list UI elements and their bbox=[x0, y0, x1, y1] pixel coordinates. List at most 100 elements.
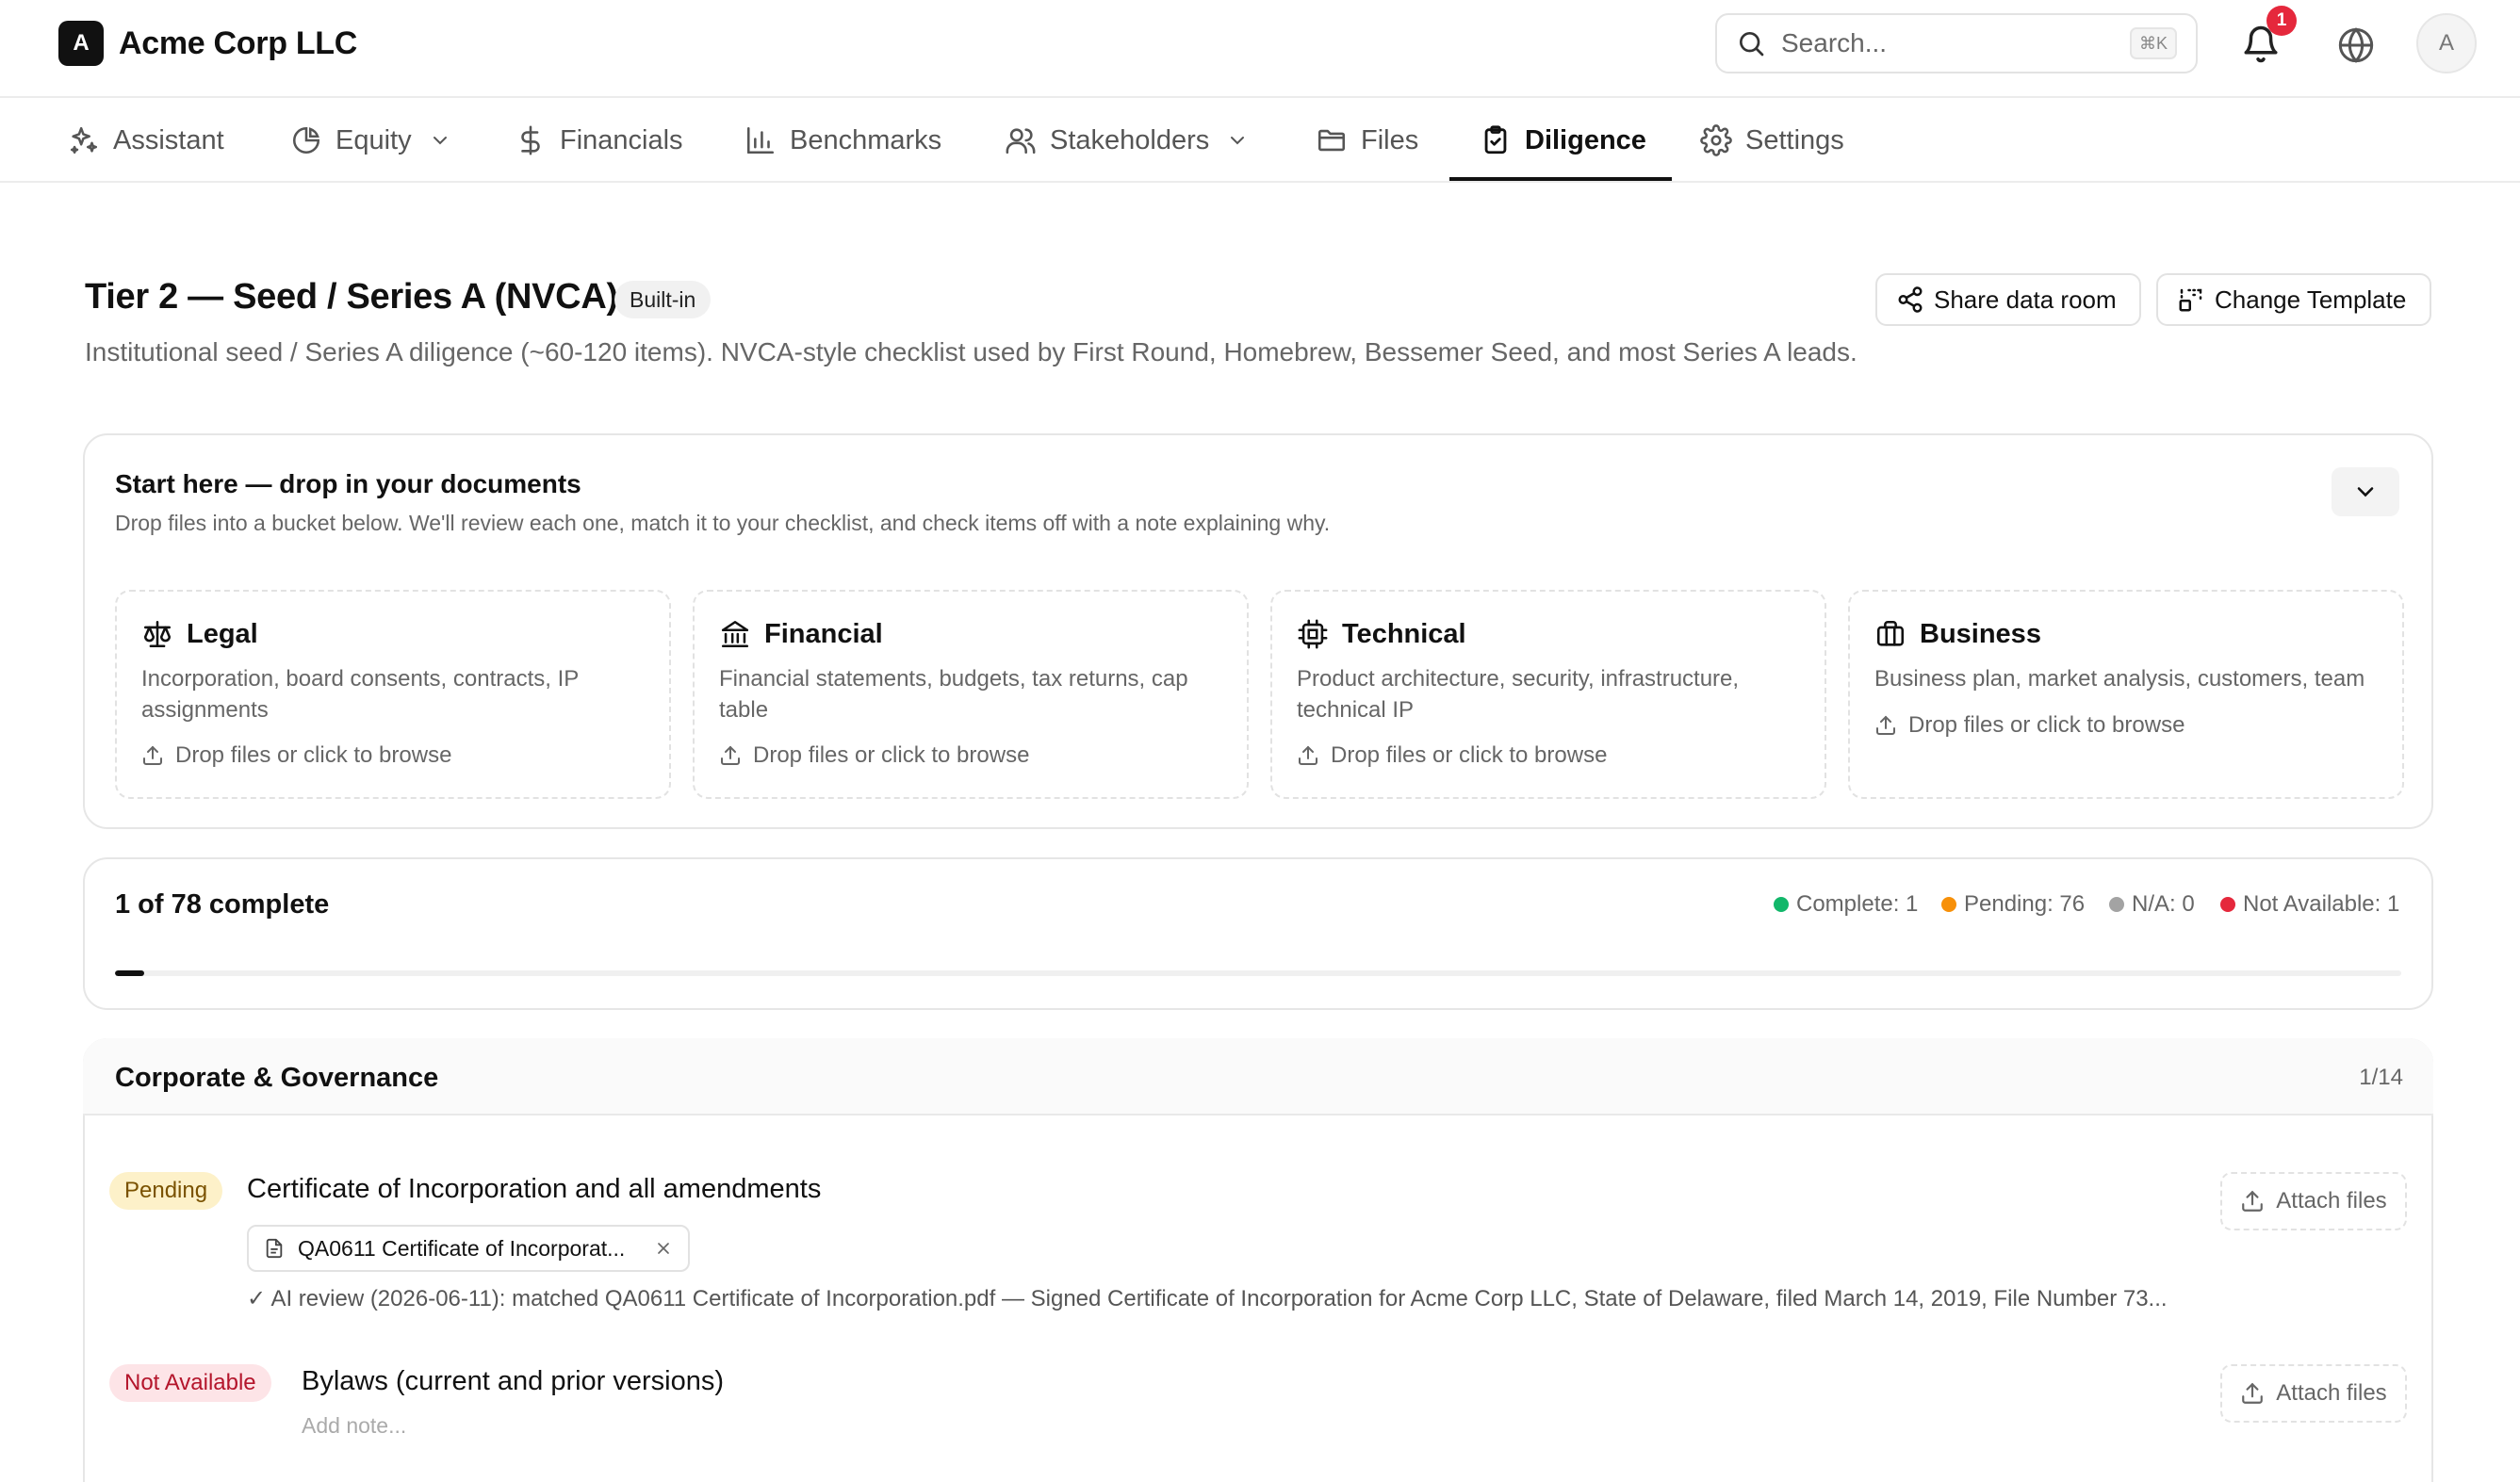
bucket-business-header: Business bbox=[1874, 618, 2041, 650]
bucket-business-dropzone[interactable]: Drop files or click to browse bbox=[1874, 712, 2185, 739]
attach-files-button[interactable]: Attach files bbox=[2220, 1172, 2407, 1230]
collapse-toggle[interactable] bbox=[2332, 467, 2399, 516]
share-icon bbox=[1898, 286, 1923, 313]
bucket-legal-dropzone[interactable]: Drop files or click to browse bbox=[141, 742, 451, 769]
dollar-icon bbox=[521, 125, 540, 155]
bar-chart-icon bbox=[746, 126, 775, 155]
change-template-label: Change Template bbox=[2215, 285, 2407, 314]
chevron-down-icon bbox=[433, 137, 447, 145]
bucket-business-title: Business bbox=[1920, 618, 2041, 649]
ai-review-note: ✓ AI review (2026-06-11): matched QA0611… bbox=[247, 1286, 2168, 1311]
bucket-financial-dropzone[interactable]: Drop files or click to browse bbox=[719, 742, 1029, 769]
upload-icon bbox=[143, 745, 162, 765]
legend-complete-label: Complete: 1 bbox=[1796, 891, 1919, 917]
status-badge[interactable]: Not Available bbox=[109, 1364, 271, 1402]
active-tab-indicator bbox=[1449, 177, 1672, 181]
user-avatar[interactable]: A bbox=[2416, 13, 2477, 73]
search-shortcut-hint: ⌘K bbox=[2129, 27, 2177, 59]
tab-assistant-label: Assistant bbox=[113, 124, 224, 155]
upload-icon bbox=[2242, 1382, 2264, 1404]
chevron-down-icon bbox=[1231, 137, 1245, 145]
bucket-financial-title: Financial bbox=[764, 618, 883, 649]
file-icon bbox=[266, 1238, 283, 1259]
bucket-financial-drop-label: Drop files or click to browse bbox=[753, 742, 1030, 768]
globe-icon[interactable] bbox=[2337, 26, 2375, 64]
legend-pending: Pending: 76 bbox=[1941, 891, 2085, 918]
bucket-technical-description: Product architecture, security, infrastr… bbox=[1297, 666, 1740, 723]
status-badge[interactable]: Pending bbox=[109, 1172, 223, 1210]
upload-card-subtitle: Drop files into a bucket below. We'll re… bbox=[115, 511, 1331, 535]
checklist-item-title: Bylaws (current and prior versions) bbox=[302, 1366, 725, 1396]
bucket-technical[interactable]: Technical Product architecture, security… bbox=[1270, 590, 1826, 799]
legend-na: N/A: 0 bbox=[2109, 891, 2195, 918]
checklist-item-title: Certificate of Incorporation and all ame… bbox=[247, 1174, 822, 1204]
bucket-technical-title: Technical bbox=[1342, 618, 1466, 649]
bucket-business-drop-label: Drop files or click to browse bbox=[1908, 712, 2185, 738]
attach-files-label: Attach files bbox=[2276, 1380, 2387, 1406]
tab-settings[interactable]: Settings bbox=[1700, 98, 1844, 183]
legend-na-dot bbox=[2109, 897, 2124, 912]
upload-icon bbox=[1876, 715, 1895, 735]
close-icon[interactable] bbox=[654, 1239, 673, 1258]
tab-benchmarks-label: Benchmarks bbox=[790, 124, 942, 155]
section-count: 1/14 bbox=[2359, 1065, 2403, 1090]
tab-assistant[interactable]: Assistant bbox=[68, 98, 224, 183]
progress-summary: 1 of 78 complete bbox=[115, 889, 330, 920]
legend-complete: Complete: 1 bbox=[1774, 891, 1918, 918]
tab-equity-label: Equity bbox=[335, 124, 412, 155]
bucket-financial-description: Financial statements, budgets, tax retur… bbox=[719, 666, 1188, 723]
add-note-input[interactable]: Add note... bbox=[302, 1413, 406, 1439]
share-data-room-label: Share data room bbox=[1934, 285, 2117, 314]
tab-benchmarks[interactable]: Benchmarks bbox=[745, 98, 941, 183]
upload-icon bbox=[721, 745, 740, 765]
tab-financials[interactable]: Financials bbox=[515, 98, 683, 183]
folder-icon bbox=[1317, 129, 1346, 152]
section-title: Corporate & Governance bbox=[115, 1063, 439, 1093]
page-description: Institutional seed / Series A diligence … bbox=[85, 337, 1857, 366]
bucket-technical-dropzone[interactable]: Drop files or click to browse bbox=[1297, 742, 1607, 769]
tab-diligence[interactable]: Diligence bbox=[1480, 98, 1646, 183]
tab-stakeholders-label: Stakeholders bbox=[1050, 124, 1210, 155]
tab-files-label: Files bbox=[1361, 124, 1419, 155]
legend-na-label: N/A: 0 bbox=[2132, 891, 2195, 917]
search-placeholder: Search... bbox=[1781, 28, 1888, 57]
template-icon bbox=[2179, 288, 2202, 312]
bucket-legal-header: Legal bbox=[141, 618, 258, 650]
legend-pending-label: Pending: 76 bbox=[1964, 891, 2086, 917]
tab-settings-label: Settings bbox=[1745, 124, 1844, 155]
progress-card bbox=[83, 857, 2433, 1010]
bucket-financial-header: Financial bbox=[719, 618, 883, 650]
section-header[interactable]: Corporate & Governance 1/14 bbox=[83, 1038, 2433, 1116]
pie-chart-icon bbox=[292, 126, 320, 155]
upload-icon bbox=[2242, 1190, 2264, 1212]
search-input[interactable]: Search... ⌘K bbox=[1715, 13, 2198, 73]
legend-not-available-dot bbox=[2220, 897, 2235, 912]
share-data-room-button[interactable]: Share data room bbox=[1875, 273, 2141, 326]
bucket-technical-drop-label: Drop files or click to browse bbox=[1331, 742, 1608, 768]
change-template-button[interactable]: Change Template bbox=[2156, 273, 2431, 326]
attach-files-button[interactable]: Attach files bbox=[2220, 1364, 2407, 1423]
bucket-business-description: Business plan, market analysis, customer… bbox=[1874, 666, 2365, 692]
upload-card-title: Start here — drop in your documents bbox=[115, 469, 581, 498]
bucket-financial[interactable]: Financial Financial statements, budgets,… bbox=[693, 590, 1249, 799]
legend-not-available: Not Available: 1 bbox=[2220, 891, 2399, 918]
bucket-legal[interactable]: Legal Incorporation, board consents, con… bbox=[115, 590, 671, 799]
bucket-technical-header: Technical bbox=[1297, 618, 1466, 650]
company-switcher[interactable]: A Acme Corp LLC bbox=[58, 21, 357, 66]
tab-equity[interactable]: Equity bbox=[290, 98, 451, 183]
bucket-business[interactable]: Business Business plan, market analysis,… bbox=[1848, 590, 2404, 799]
built-in-badge: Built-in bbox=[614, 281, 712, 318]
top-bar: A Acme Corp LLC Search... ⌘K 1 A bbox=[0, 0, 2520, 98]
attached-file-chip[interactable]: QA0611 Certificate of Incorporat... bbox=[247, 1225, 690, 1272]
cpu-icon bbox=[1298, 619, 1328, 649]
bank-icon bbox=[721, 620, 749, 648]
chevron-down-icon bbox=[2357, 487, 2374, 497]
progress-bar bbox=[115, 970, 2401, 976]
bucket-legal-description: Incorporation, board consents, contracts… bbox=[141, 666, 579, 723]
notification-badge: 1 bbox=[2266, 6, 2297, 36]
tab-files[interactable]: Files bbox=[1316, 98, 1418, 183]
page-title: Tier 2 — Seed / Series A (NVCA) bbox=[85, 277, 618, 317]
legend-pending-dot bbox=[1941, 897, 1956, 912]
legend-complete-dot bbox=[1774, 897, 1789, 912]
tab-stakeholders[interactable]: Stakeholders bbox=[1005, 98, 1249, 183]
